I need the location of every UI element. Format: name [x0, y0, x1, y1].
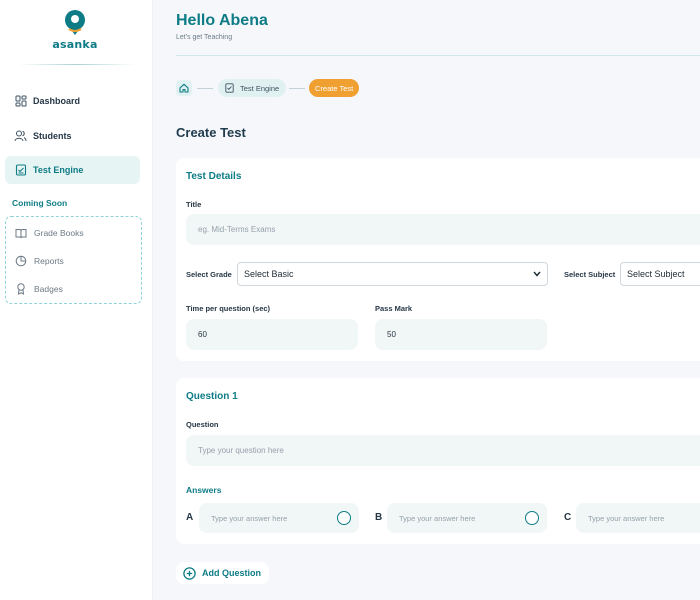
time-per-question-label: Time per question (sec) — [186, 304, 271, 313]
sidebar-item-label: Badges — [34, 284, 63, 294]
breadcrumb-label: Create Test — [315, 83, 354, 93]
coming-soon-box: Grade Books Reports Badges — [5, 216, 142, 304]
select-grade-label: Select Grade — [186, 270, 232, 279]
plus-circle-icon — [183, 566, 196, 580]
breadcrumb-create-test[interactable]: Create Test — [309, 79, 360, 97]
logo-text: asanka — [52, 38, 98, 51]
pass-mark-label: Pass Mark — [375, 304, 413, 313]
home-icon — [179, 83, 189, 93]
sidebar-item-label: Dashboard — [33, 96, 81, 106]
asanka-logo-icon — [65, 10, 85, 35]
correct-answer-radio-b[interactable] — [525, 511, 539, 525]
sidebar-item-badges: Badges — [15, 281, 63, 297]
greeting: Hello Abena — [176, 12, 268, 29]
add-question-button[interactable]: Add Question — [176, 562, 269, 584]
breadcrumb-separator — [197, 88, 213, 89]
breadcrumb-home[interactable] — [176, 80, 192, 96]
sidebar-item-label: Test Engine — [33, 165, 84, 175]
answer-input-b[interactable]: Type your answer here — [387, 503, 547, 533]
breadcrumb-label: Test Engine — [240, 83, 280, 93]
sidebar-item-label: Grade Books — [34, 228, 84, 238]
select-subject-label: Select Subject — [564, 270, 616, 279]
coming-soon-label: Coming Soon — [12, 198, 68, 208]
sidebar-item-grade-books: Grade Books — [15, 225, 84, 241]
award-icon — [15, 283, 27, 295]
answer-placeholder: Type your answer here — [211, 513, 288, 523]
subject-select-value: Select Subject — [627, 269, 685, 279]
question-title: Question 1 — [186, 391, 238, 402]
greeting-subtitle: Let's get Teaching — [176, 34, 233, 41]
answer-input-a[interactable]: Type your answer here — [199, 503, 359, 533]
answers-label: Answers — [186, 485, 222, 495]
sidebar-item-label: Students — [33, 131, 72, 141]
answer-letter-b: B — [375, 512, 383, 523]
sidebar-item-test-engine[interactable]: Test Engine — [5, 156, 140, 184]
grade-select-value: Select Basic — [244, 269, 294, 279]
title-input[interactable]: eg. Mid-Terms Exams — [186, 214, 700, 245]
sidebar-divider — [18, 64, 135, 65]
chevron-down-icon — [533, 271, 541, 277]
sidebar: asanka Dashboard Students Test Engine Co… — [0, 0, 153, 600]
answer-placeholder: Type your answer here — [399, 513, 476, 523]
grade-select[interactable]: Select Basic — [237, 262, 548, 286]
pass-mark-input[interactable]: 50 — [375, 319, 547, 350]
breadcrumb-separator — [289, 88, 305, 89]
sidebar-item-reports: Reports — [15, 253, 64, 269]
logo[interactable]: asanka — [50, 10, 100, 51]
book-open-icon — [15, 227, 27, 239]
question-card: Question 1 Question Type your question h… — [176, 378, 700, 544]
pie-chart-icon — [15, 255, 27, 267]
title-label: Title — [186, 200, 202, 209]
test-details-title: Test Details — [186, 171, 242, 182]
answer-letter-c: C — [564, 512, 572, 523]
question-input[interactable]: Type your question here — [186, 435, 700, 466]
subject-select[interactable]: Select Subject — [620, 262, 700, 286]
add-question-label: Add Question — [202, 568, 261, 578]
clipboard-icon — [14, 164, 27, 177]
time-per-question-input[interactable]: 60 — [186, 319, 358, 350]
breadcrumb-test-engine[interactable]: Test Engine — [218, 79, 287, 97]
sidebar-item-dashboard[interactable]: Dashboard — [5, 87, 140, 115]
answer-placeholder: Type your answer here — [588, 513, 665, 523]
grid-icon — [14, 95, 27, 108]
sidebar-item-students[interactable]: Students — [5, 122, 140, 150]
test-details-card: Test Details Title eg. Mid-Terms Exams S… — [176, 158, 700, 361]
answer-letter-a: A — [186, 512, 194, 523]
page-title: Create Test — [176, 125, 246, 140]
correct-answer-radio-a[interactable] — [337, 511, 351, 525]
header-divider — [176, 55, 700, 56]
sidebar-item-label: Reports — [34, 256, 64, 266]
answer-input-c[interactable]: Type your answer here — [576, 503, 700, 533]
clipboard-icon — [225, 83, 234, 93]
question-label: Question — [186, 420, 219, 429]
users-icon — [14, 130, 27, 143]
